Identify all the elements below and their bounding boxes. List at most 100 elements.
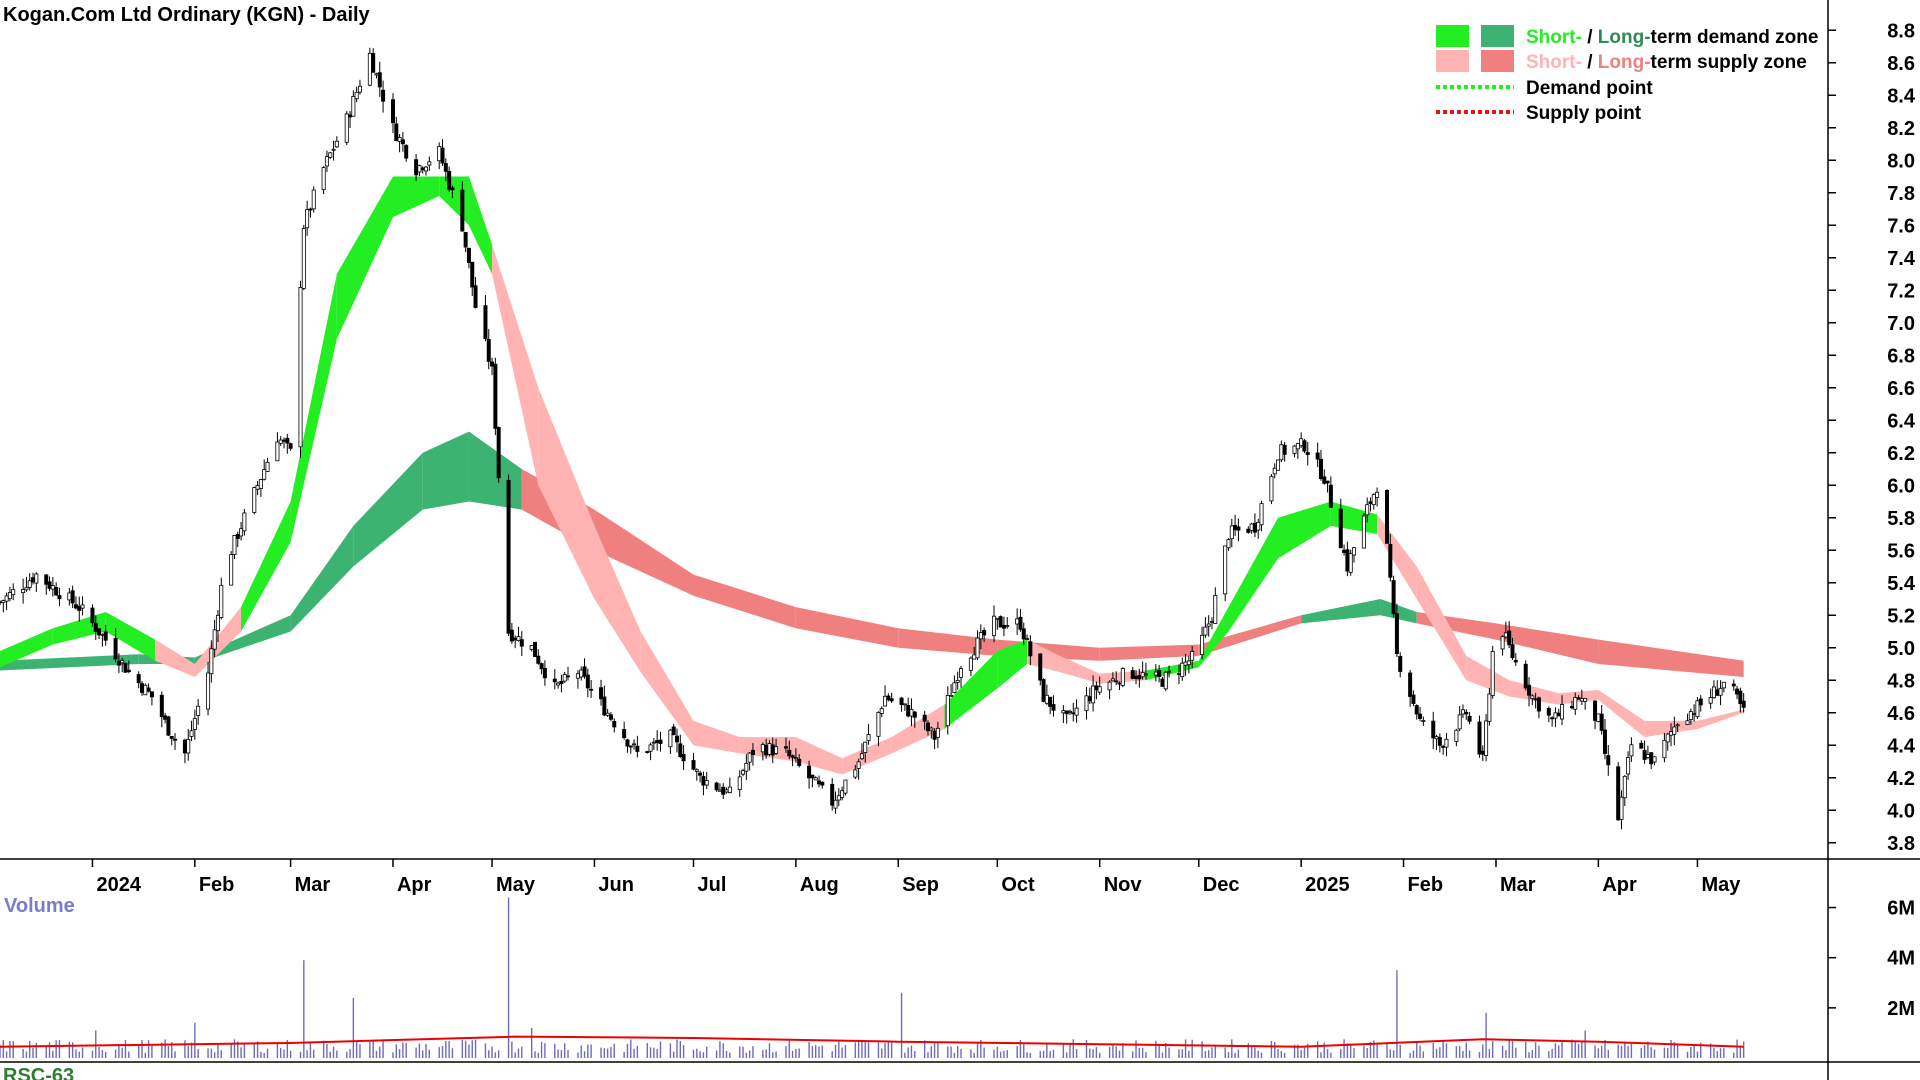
- candle-body: [1028, 641, 1033, 657]
- candle-body: [658, 739, 663, 744]
- candle-body: [97, 628, 102, 636]
- candle-body: [694, 769, 699, 772]
- candle-body: [1299, 438, 1304, 447]
- candle-body: [57, 595, 62, 600]
- candle-body: [397, 137, 402, 142]
- candle-body: [945, 695, 950, 727]
- candle-body: [149, 691, 154, 698]
- candle-body: [727, 786, 732, 794]
- candle-body: [126, 669, 131, 672]
- candle-body: [1233, 525, 1238, 531]
- candle-body: [968, 657, 973, 671]
- candle-body: [1576, 697, 1581, 700]
- candle-body: [400, 139, 405, 145]
- candle-body: [100, 633, 105, 636]
- candle-body: [1318, 458, 1323, 480]
- candle-body: [859, 753, 864, 760]
- candle-body: [1477, 721, 1482, 755]
- legend-swatch-long-supply: [1481, 50, 1514, 72]
- candle-body: [443, 163, 448, 172]
- candle-body: [651, 741, 656, 744]
- candle-body: [1107, 681, 1112, 691]
- short-term-zone-segment: [290, 274, 337, 543]
- candle-body: [909, 708, 914, 717]
- legend: Short- / Long-term demand zone Short- / …: [1436, 25, 1818, 124]
- price-tick-label: 5.8: [1887, 508, 1915, 530]
- candle-body: [44, 574, 49, 585]
- candle-body: [655, 740, 660, 743]
- volume-tick-label: 2M: [1887, 998, 1915, 1020]
- candle-body: [1005, 625, 1010, 627]
- month-tick-label: Jul: [698, 874, 727, 896]
- candle-body: [645, 751, 650, 753]
- candle-body: [1718, 687, 1723, 696]
- candle-body: [1371, 494, 1376, 505]
- candle-body: [1490, 650, 1495, 696]
- candle-body: [1606, 755, 1611, 766]
- candle-body: [1206, 623, 1211, 627]
- candle-body: [463, 232, 468, 248]
- candle-body: [1272, 467, 1277, 475]
- candle-body: [486, 339, 491, 362]
- month-tick-label: 2024: [96, 874, 141, 896]
- candle-body: [807, 765, 812, 779]
- candle-body: [1523, 663, 1528, 689]
- price-tick-label: 8.0: [1887, 150, 1915, 172]
- candle-body: [169, 736, 174, 739]
- candle-body: [298, 287, 303, 448]
- short-term-zone-segment: [105, 612, 156, 661]
- candle-body: [192, 718, 197, 730]
- candle-body: [1500, 636, 1505, 650]
- candle-body: [889, 698, 894, 702]
- candle-body: [1460, 709, 1465, 715]
- candle-body: [750, 749, 755, 756]
- candle-body: [1292, 445, 1297, 454]
- candle-body: [424, 166, 429, 172]
- candle-body: [513, 637, 518, 641]
- candle-body: [24, 587, 29, 591]
- candle-body: [1279, 444, 1284, 461]
- candle-body: [11, 589, 16, 596]
- candle-body: [998, 616, 1003, 628]
- candle-body: [1302, 440, 1307, 452]
- legend-swatch-long-demand: [1481, 25, 1514, 47]
- candle-body: [123, 663, 128, 673]
- candle-body: [747, 752, 752, 763]
- candle-body: [1414, 705, 1419, 715]
- candle-body: [556, 682, 561, 686]
- candle-body: [1437, 737, 1442, 746]
- price-tick-label: 7.8: [1887, 183, 1915, 205]
- candle-body: [1130, 670, 1135, 679]
- candle-body: [1229, 525, 1234, 540]
- candle-body: [1626, 757, 1631, 775]
- candle-body: [1213, 595, 1218, 624]
- candle-body: [1087, 696, 1092, 702]
- candle-body: [321, 167, 326, 191]
- candle-body: [1, 600, 6, 603]
- candle-body: [417, 165, 422, 173]
- price-tick-label: 6.4: [1887, 410, 1916, 432]
- legend-short-label: Short-: [1526, 27, 1582, 48]
- candle-body: [1325, 480, 1330, 484]
- candle-body: [1338, 508, 1343, 549]
- candle-body: [1094, 685, 1099, 691]
- candle-body: [1282, 444, 1287, 455]
- candle-body: [605, 712, 610, 716]
- candle-body: [116, 660, 121, 666]
- candle-body: [783, 746, 788, 749]
- candle-body: [437, 146, 442, 162]
- candle-body: [509, 629, 514, 642]
- candle-body: [1444, 738, 1449, 748]
- long-term-zone-segment: [795, 607, 899, 648]
- candle-body: [1510, 644, 1515, 659]
- legend-long-label: Long-: [1598, 52, 1651, 73]
- candle-body: [760, 744, 765, 753]
- candle-body: [262, 469, 267, 480]
- volume-panel-label: Volume: [4, 895, 75, 917]
- candle-body: [1434, 736, 1439, 740]
- candle-body: [1642, 749, 1647, 760]
- candle-body: [90, 607, 95, 623]
- candle-body: [840, 790, 845, 798]
- short-term-zone-segment: [640, 631, 694, 746]
- candle-body: [166, 716, 171, 736]
